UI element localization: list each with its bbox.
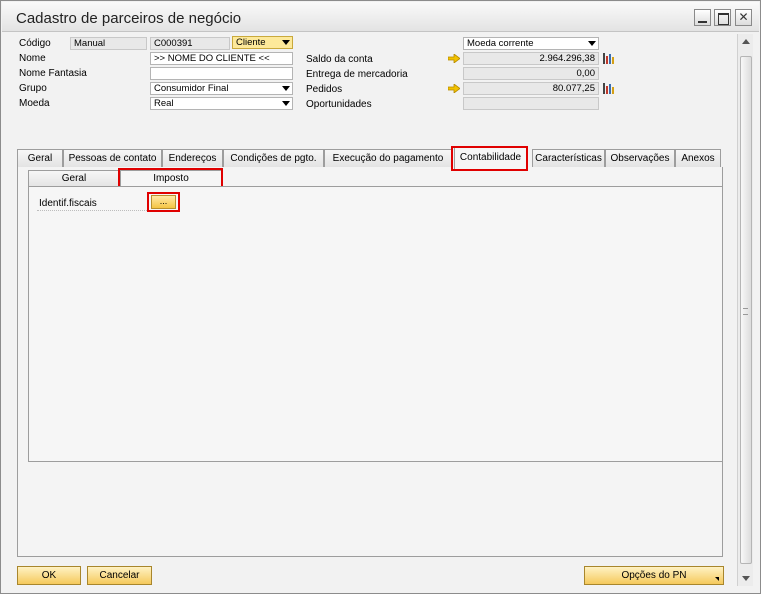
grupo-value: Consumidor Final (154, 83, 229, 94)
identif-fiscais-label: Identif.fiscais (39, 198, 97, 209)
nome-fantasia-field[interactable] (150, 67, 293, 80)
opcoes-do-pn-label: Opções do PN (621, 570, 687, 581)
link-arrow-icon[interactable] (448, 54, 460, 63)
pedidos-field: 80.077,25 (463, 82, 599, 95)
oportunidades-field (463, 97, 599, 110)
codigo-field[interactable]: C000391 (150, 37, 230, 50)
tab-enderecos[interactable]: Endereços (162, 149, 223, 167)
ok-button[interactable]: OK (17, 566, 81, 585)
saldo-label: Saldo da conta (306, 54, 373, 65)
entrega-label: Entrega de mercadoria (306, 69, 408, 80)
imposto-panel (28, 186, 723, 462)
nome-label: Nome (19, 53, 46, 64)
imposto-highlight (118, 168, 223, 188)
moeda-corrente-dropdown[interactable]: Moeda corrente (463, 37, 599, 50)
tipo-value: Cliente (236, 37, 266, 48)
moeda-label: Moeda (19, 98, 50, 109)
scroll-down-button[interactable] (738, 570, 754, 586)
subtab-geral[interactable]: Geral (28, 170, 120, 187)
close-button[interactable]: ✕ (735, 9, 752, 26)
grip-icon (743, 308, 748, 315)
maximize-button[interactable] (714, 9, 731, 26)
window-title: Cadastro de parceiros de negócio (16, 10, 242, 27)
opcoes-do-pn-button[interactable]: Opções do PN (584, 566, 724, 585)
tab-geral[interactable]: Geral (17, 149, 63, 167)
chevron-down-icon (282, 101, 290, 106)
tipo-dropdown[interactable]: Cliente (232, 36, 293, 49)
codigo-series-field[interactable]: Manual (70, 37, 147, 50)
vertical-scrollbar[interactable] (737, 34, 753, 586)
bar-chart-icon[interactable] (602, 81, 616, 94)
tab-anexos[interactable]: Anexos (675, 149, 721, 167)
moeda-dropdown[interactable]: Real (150, 97, 293, 110)
chevron-down-icon (282, 86, 290, 91)
field-separator (37, 210, 149, 211)
title-bar[interactable]: Cadastro de parceiros de negócio ✕ (2, 2, 759, 32)
expand-corner-icon (715, 577, 719, 581)
tab-pessoas-de-contato[interactable]: Pessoas de contato (63, 149, 162, 167)
entrega-field: 0,00 (463, 67, 599, 80)
grupo-label: Grupo (19, 83, 47, 94)
close-icon: ✕ (738, 10, 749, 24)
moeda-corrente-value: Moeda corrente (467, 38, 534, 49)
chevron-down-icon (588, 41, 596, 46)
nome-field[interactable]: >> NOME DO CLIENTE << (150, 52, 293, 65)
link-arrow-icon[interactable] (448, 84, 460, 93)
minimize-button[interactable] (694, 9, 711, 26)
grupo-dropdown[interactable]: Consumidor Final (150, 82, 293, 95)
cancel-button[interactable]: Cancelar (87, 566, 152, 585)
identif-button-highlight (147, 192, 180, 212)
tab-caracteristicas[interactable]: Características (532, 149, 605, 167)
scroll-up-button[interactable] (738, 34, 754, 50)
pedidos-label: Pedidos (306, 84, 343, 95)
chevron-down-icon (282, 40, 290, 45)
tab-condicoes-de-pgto[interactable]: Condições de pgto. (223, 149, 324, 167)
moeda-value: Real (154, 98, 174, 109)
oportunidades-label: Oportunidades (306, 99, 372, 110)
contabilidade-highlight (451, 146, 528, 171)
bar-chart-icon[interactable] (602, 51, 616, 64)
tab-observacoes[interactable]: Observações (605, 149, 675, 167)
business-partner-window: Cadastro de parceiros de negócio ✕ Códig… (0, 0, 761, 594)
tab-execucao-do-pagamento[interactable]: Execução do pagamento (324, 149, 452, 167)
saldo-field: 2.964.296,38 (463, 52, 599, 65)
nome-fantasia-label: Nome Fantasia (19, 68, 87, 79)
codigo-label: Código (19, 38, 51, 49)
